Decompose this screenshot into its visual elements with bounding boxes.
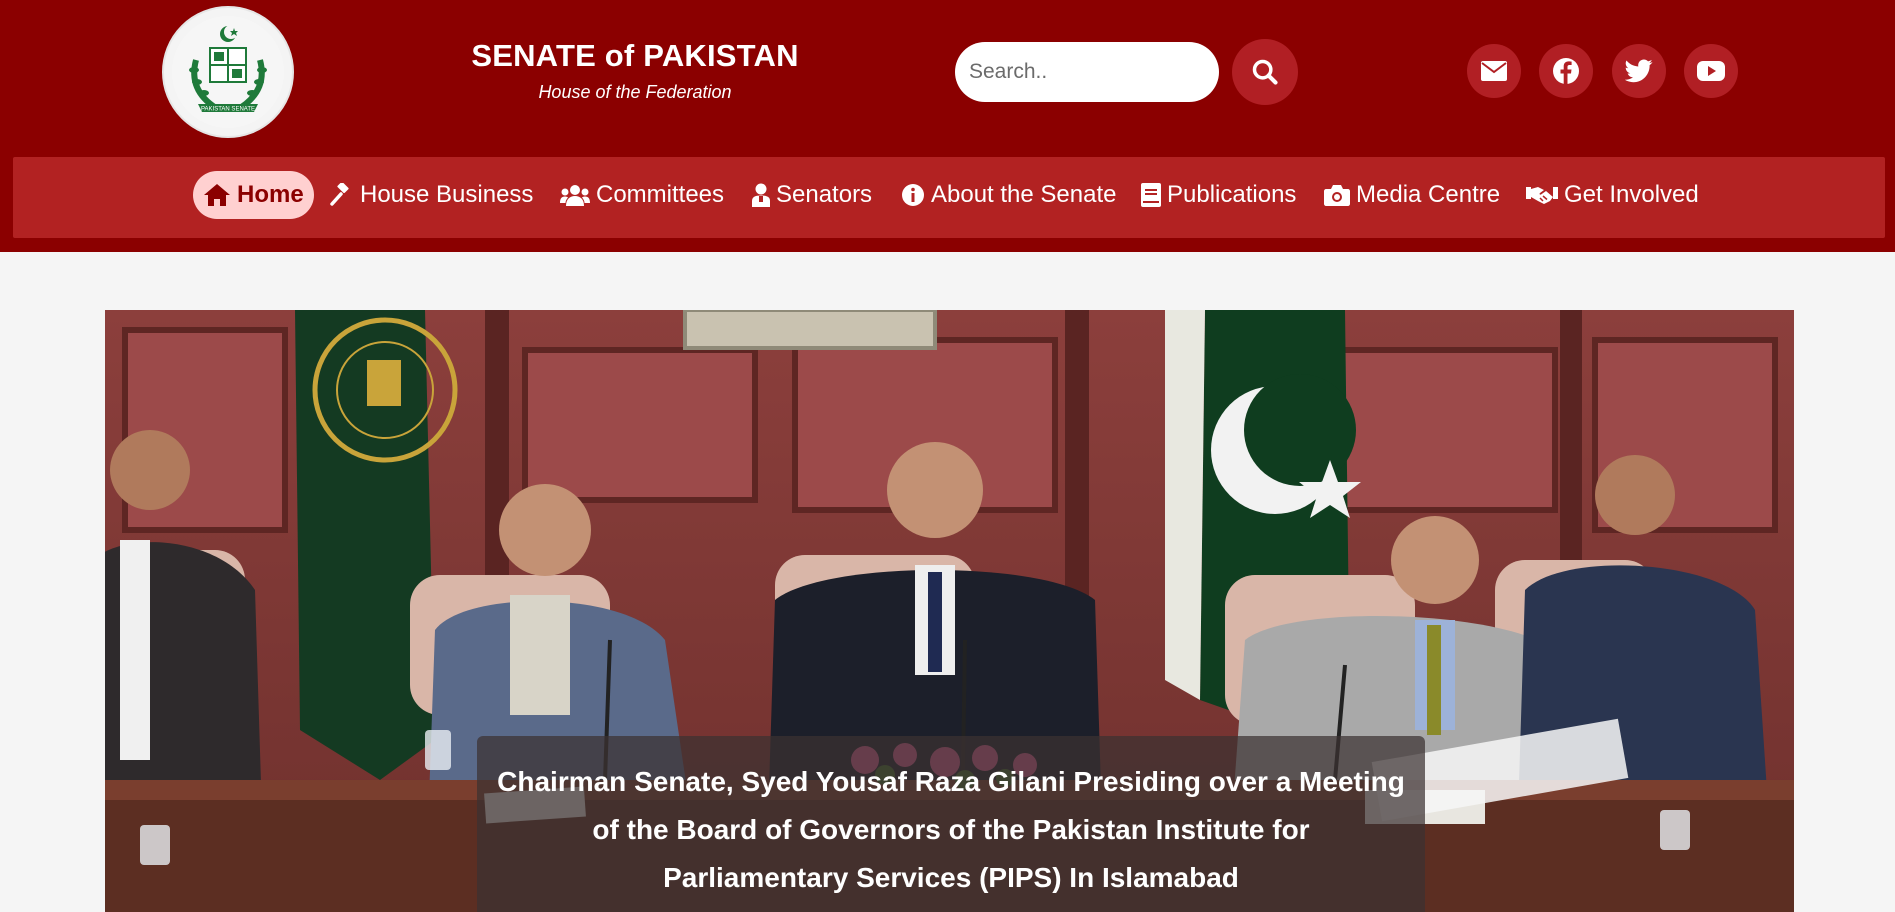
nav-item-label: House Business <box>360 181 534 208</box>
site-header: PAKISTAN SENATE SENATE of PAKISTAN House… <box>0 0 1895 252</box>
home-icon <box>204 184 230 206</box>
site-subtitle: House of the Federation <box>538 82 732 102</box>
senate-emblem-icon: PAKISTAN SENATE <box>172 16 284 128</box>
site-title[interactable]: SENATE of PAKISTAN <box>430 38 840 74</box>
twitter-button[interactable] <box>1612 44 1666 98</box>
nav-item-label: Publications <box>1167 181 1297 208</box>
nav-item-label: Media Centre <box>1356 181 1501 208</box>
youtube-icon <box>1697 61 1725 81</box>
facebook-button[interactable] <box>1539 44 1593 98</box>
senate-logo[interactable]: PAKISTAN SENATE <box>162 6 294 138</box>
hero-caption-text: Chairman Senate, Syed Yousaf Raza Gilani… <box>497 766 1405 893</box>
camera-icon <box>1324 185 1350 206</box>
book-icon <box>1141 183 1161 207</box>
nav-item-get-involved[interactable]: Get Involved <box>1526 171 1699 219</box>
hero-caption[interactable]: Chairman Senate, Syed Yousaf Raza Gilani… <box>477 736 1425 912</box>
nav-item-label: Committees <box>596 181 725 208</box>
hero-slider[interactable]: Chairman Senate, Syed Yousaf Raza Gilani… <box>105 310 1794 912</box>
users-icon <box>560 185 590 206</box>
handshake-icon <box>1526 187 1558 204</box>
logo-banner-text: PAKISTAN SENATE <box>201 107 255 113</box>
nav-item-label: Senators <box>776 181 873 208</box>
youtube-button[interactable] <box>1684 44 1738 98</box>
facebook-icon <box>1553 58 1579 84</box>
nav-item-label: Home <box>237 181 304 208</box>
user-icon <box>752 183 770 207</box>
search-button[interactable] <box>1232 39 1298 105</box>
search-icon <box>1252 59 1278 85</box>
nav-item-committees[interactable]: Committees <box>560 171 724 219</box>
nav-item-senators[interactable]: Senators <box>752 171 872 219</box>
gavel-icon <box>330 183 349 206</box>
brand: SENATE of PAKISTAN House of the Federati… <box>430 38 840 103</box>
nav-item-about[interactable]: About the Senate <box>901 171 1116 219</box>
twitter-icon <box>1625 59 1653 83</box>
nav-item-publications[interactable]: Publications <box>1141 171 1296 219</box>
nav-item-label: Get Involved <box>1564 181 1699 208</box>
email-button[interactable] <box>1467 44 1521 98</box>
search-input[interactable] <box>955 42 1219 102</box>
nav-item-house-business[interactable]: House Business <box>330 171 533 219</box>
nav-item-label: About the Senate <box>931 181 1117 208</box>
nav-item-home[interactable]: Home <box>193 171 314 219</box>
envelope-icon <box>1481 61 1507 81</box>
nav-item-media-centre[interactable]: Media Centre <box>1324 171 1500 219</box>
info-icon <box>902 184 924 206</box>
